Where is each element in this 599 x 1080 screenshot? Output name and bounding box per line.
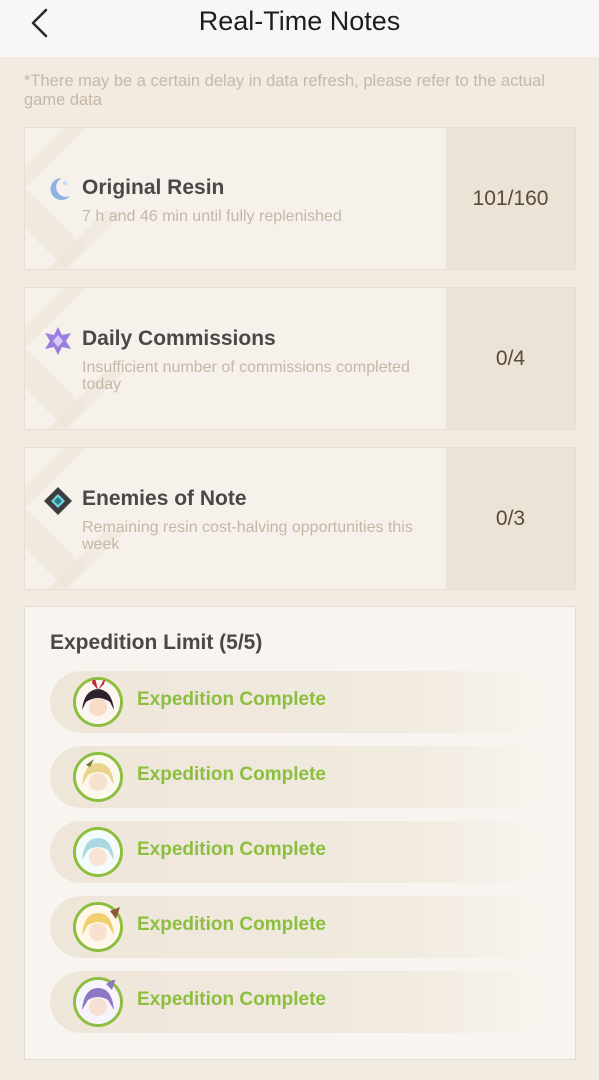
card-label: Daily Commissions	[82, 327, 276, 350]
enemy-diamond-icon	[44, 487, 72, 515]
character-avatar-icon	[73, 752, 123, 802]
expedition-item[interactable]: Expedition Complete	[50, 746, 550, 808]
card-subtext: Remaining resin cost-halving opportuniti…	[82, 519, 413, 553]
chevron-left-icon	[31, 8, 48, 38]
expedition-status: Expedition Complete	[137, 839, 326, 860]
expedition-item[interactable]: Expedition Complete	[50, 896, 550, 958]
refresh-delay-notice: *There may be a certain delay in data re…	[24, 72, 545, 109]
card-label: Original Resin	[82, 176, 225, 199]
original-resin-card[interactable]: Original Resin 7 h and 46 min until full…	[24, 127, 576, 270]
enemies-of-note-card[interactable]: Enemies of Note Remaining resin cost-hal…	[24, 447, 576, 590]
back-button[interactable]	[22, 6, 56, 40]
expedition-item[interactable]: Expedition Complete	[50, 971, 550, 1033]
resin-moon-icon	[50, 177, 70, 200]
character-avatar-icon	[73, 902, 123, 952]
daily-commissions-card[interactable]: Daily Commissions Insufficient number of…	[24, 287, 576, 430]
resin-value: 101/160	[446, 128, 575, 269]
commissions-value: 0/4	[446, 288, 575, 429]
expedition-status: Expedition Complete	[137, 989, 326, 1010]
character-avatar-icon	[73, 977, 123, 1027]
expedition-status: Expedition Complete	[137, 764, 326, 785]
card-subtext: 7 h and 46 min until fully replenished	[82, 208, 342, 225]
character-avatar-icon	[73, 674, 123, 727]
character-avatar-icon	[73, 827, 123, 877]
expedition-status: Expedition Complete	[137, 689, 326, 710]
card-label: Enemies of Note	[82, 487, 247, 510]
expedition-panel: Expedition Limit (5/5) Expedition Comple…	[24, 606, 576, 1060]
top-bar: Real-Time Notes	[0, 0, 599, 57]
card-subtext: Insufficient number of commissions compl…	[82, 359, 410, 393]
expedition-status: Expedition Complete	[137, 914, 326, 935]
enemies-value: 0/3	[446, 448, 575, 589]
page-title: Real-Time Notes	[198, 6, 401, 36]
expedition-title: Expedition Limit (5/5)	[50, 631, 263, 654]
expedition-item[interactable]: Expedition Complete	[50, 671, 550, 733]
expedition-item[interactable]: Expedition Complete	[50, 821, 550, 883]
commission-star-icon	[45, 327, 71, 355]
